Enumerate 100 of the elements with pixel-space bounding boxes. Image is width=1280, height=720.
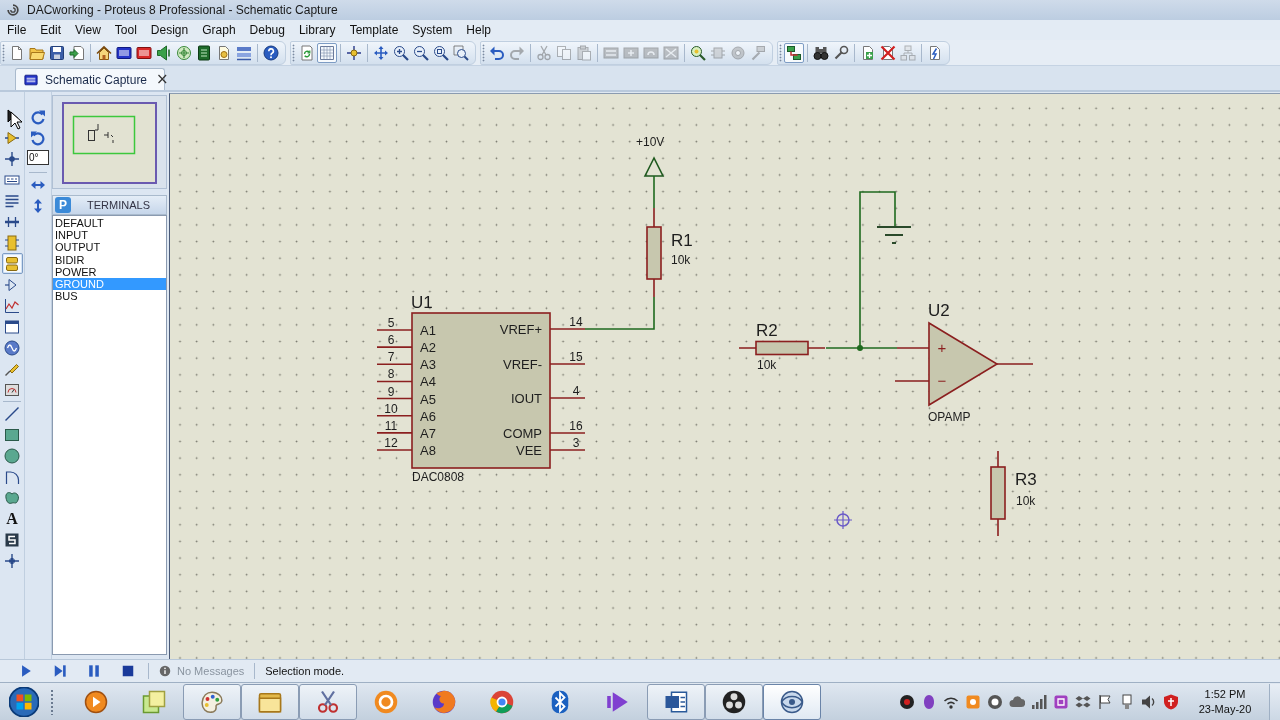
move-arrows-icon: [373, 44, 389, 61]
pin-name: A8: [420, 443, 436, 458]
list-item[interactable]: DEFAULT: [53, 217, 166, 230]
globe-icon: [432, 689, 456, 714]
menu-item[interactable]: View: [68, 23, 108, 37]
step-forward-icon: [53, 664, 67, 678]
copy-icon: [556, 44, 572, 61]
wire: [653, 175, 655, 209]
block-arc-icon: [643, 44, 659, 61]
pin-name: A1: [420, 323, 436, 338]
list-item[interactable]: BUS: [53, 290, 166, 303]
symbol-icon: [4, 531, 20, 548]
menu-item[interactable]: Library: [291, 23, 343, 37]
arc-tool-icon: [4, 468, 20, 485]
hammer-icon: [750, 44, 766, 61]
junction-dot-icon: [857, 345, 863, 351]
pin-number: 9: [387, 384, 395, 399]
menu-item[interactable]: System: [405, 23, 460, 37]
component-value: 10k: [1016, 494, 1036, 508]
menu-item[interactable]: Design: [143, 23, 196, 37]
mouse-pointer-icon: [10, 111, 22, 130]
taskbar-button[interactable]: [705, 683, 763, 720]
input-sign: +: [937, 339, 947, 356]
part-name: DAC0808: [412, 470, 465, 484]
block-cross-icon: [663, 44, 679, 61]
junction-dot-icon: [4, 150, 20, 167]
pick-button[interactable]: P: [55, 197, 71, 213]
clock-date[interactable]: 23-May-20: [1198, 701, 1252, 717]
bars-icon: [236, 44, 252, 61]
page-refresh-icon: [299, 44, 315, 61]
pin-number: 14: [569, 315, 583, 329]
signal-bars-icon: [1031, 693, 1047, 710]
zoom-in-icon: [393, 44, 409, 61]
component-value: 10k: [757, 358, 777, 372]
status-text: Selection mode.: [265, 665, 345, 677]
menu-item[interactable]: Graph: [195, 23, 243, 37]
tile-icon: [965, 693, 981, 710]
component-ref: R2: [756, 321, 778, 340]
shield-icon: [1163, 693, 1179, 710]
crosshair-cursor-icon: [833, 510, 853, 530]
menu-item[interactable]: Edit: [33, 23, 69, 37]
taskbar-button[interactable]: [763, 683, 821, 720]
menu-item[interactable]: Template: [342, 23, 406, 37]
meter-icon: [4, 381, 20, 398]
path-tool-icon: [4, 489, 20, 506]
menu-item[interactable]: File: [0, 23, 34, 37]
menu-item[interactable]: Tool: [107, 23, 144, 37]
mode-tool-button[interactable]: [1, 337, 23, 358]
pin-number: 15: [569, 350, 583, 364]
pin-name: COMP: [503, 426, 542, 441]
striped-tile-icon: [116, 44, 132, 61]
toolbar-button[interactable]: [784, 42, 804, 63]
line-tool-icon: [4, 405, 20, 422]
oval-icon: [921, 693, 937, 710]
menu-item[interactable]: Help: [459, 23, 499, 37]
list-item[interactable]: INPUT: [53, 229, 166, 242]
part-name: OPAMP: [928, 410, 971, 424]
list-item[interactable]: POWER: [53, 265, 166, 278]
pin-number: 11: [384, 418, 398, 433]
clock-time[interactable]: 1:52 PM: [1204, 686, 1246, 702]
toolbar-button[interactable]: [261, 42, 281, 63]
schematic-canvas[interactable]: +10V R1 10k R2 10k R3 10k 5 A1 6 A2 7 A3 8 A4 9 A5 10 A6 11 A7 12 A8 14 VREF+ 15 VREF- 4 IOUT 16 COMP 3 VEE U1 DAC0808 + − U2 OPAMP: [169, 93, 1280, 659]
sticky-notes-icon: [142, 689, 166, 714]
four-pane-logo-icon: [9, 686, 39, 717]
paste-icon: [576, 44, 592, 61]
ground-symbol: [876, 226, 912, 244]
triangle-leads-icon: [4, 129, 20, 146]
list-item[interactable]: OUTPUT: [53, 241, 166, 254]
blank-page-icon: [9, 44, 25, 61]
page-plus-icon: [860, 44, 876, 61]
pin-number: 10: [384, 401, 398, 416]
component-ref: U1: [411, 293, 433, 312]
binoculars-icon: [813, 44, 829, 61]
usb-device-icon: [1119, 693, 1135, 710]
page-bolt-icon: [927, 44, 943, 61]
page-arrow-icon: [69, 44, 85, 61]
orbit-icon: [780, 689, 804, 714]
swirl-icon: [6, 3, 20, 17]
component-ref: R3: [1015, 470, 1037, 489]
redo-icon: [509, 44, 525, 61]
marker-cross-icon: [4, 552, 20, 569]
pin-name: A4: [420, 374, 436, 390]
page-cross-icon: [880, 44, 896, 61]
pin-name: IOUT: [510, 391, 542, 406]
pin-number: 3: [572, 436, 580, 450]
overview-map[interactable]: [62, 102, 157, 184]
pin-number: 5: [387, 316, 395, 330]
zoom-out-icon: [413, 44, 429, 61]
three-dot-disc-icon: [722, 689, 746, 714]
taskbar-button[interactable]: [647, 683, 705, 720]
list-item[interactable]: BIDIR: [53, 253, 166, 266]
menu-item[interactable]: Debug: [242, 23, 292, 37]
undo-icon: [489, 44, 505, 61]
angle-field[interactable]: 0°: [27, 150, 49, 165]
component-ref: U2: [928, 301, 950, 320]
play-disc-icon: [84, 689, 108, 714]
component-ref: R1: [671, 231, 693, 250]
tab[interactable]: Schematic Capture ×: [15, 68, 165, 90]
chip-icon: [710, 44, 726, 61]
crosshair-icon: [346, 44, 362, 61]
